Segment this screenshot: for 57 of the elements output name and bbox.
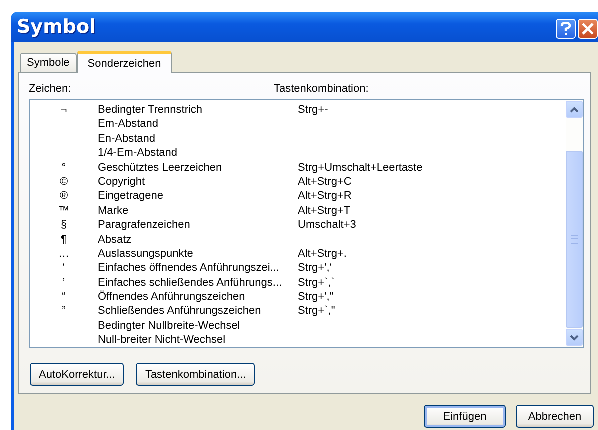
chevron-up-icon (570, 106, 579, 112)
dialog-button[interactable]: AutoKorrektur... (30, 363, 124, 386)
name-cell[interactable]: Paragrafenzeichen (98, 218, 298, 233)
symbol-cell[interactable]: ° (30, 160, 98, 175)
name-cell[interactable]: Absatz (98, 232, 298, 247)
name-cell[interactable]: Bedingter Trennstrich (98, 103, 298, 118)
window-title: Symbol (17, 16, 96, 38)
shortcut-cell[interactable]: Strg+'," (298, 290, 334, 304)
dialog-button[interactable]: Abbrechen (516, 405, 594, 428)
shortcut-cell[interactable]: Alt+Strg+T (298, 204, 351, 218)
name-cell[interactable]: Marke (98, 204, 298, 218)
name-cell[interactable]: Schließendes Anführungszeichen (98, 304, 298, 319)
name-cell[interactable]: Bedingter Nullbreite-Wechsel (98, 318, 298, 334)
symbol-cell[interactable]: ® (30, 189, 98, 204)
symbol-cell[interactable]: ¬ (30, 103, 98, 118)
name-cell[interactable]: Eingetragene (98, 189, 298, 204)
name-cell[interactable]: Einfaches öffnendes Anführungszei... (98, 261, 298, 276)
shortcut-cell[interactable]: Alt+Strg+R (298, 189, 352, 204)
scroll-down-button[interactable] (566, 329, 583, 346)
shortcut-cell[interactable]: Umschalt+3 (298, 218, 356, 233)
tab[interactable]: Symbole (20, 53, 77, 72)
chevron-down-icon (570, 334, 579, 340)
shortcut-cell[interactable]: Alt+Strg+. (298, 246, 347, 262)
symbol-cell[interactable]: § (30, 218, 98, 233)
name-cell[interactable]: Auslassungspunkte (98, 246, 298, 262)
symbol-cell[interactable]: “ (30, 290, 98, 304)
symbol-cell[interactable]: ¶ (30, 232, 98, 247)
name-cell[interactable]: Geschütztes Leerzeichen (98, 160, 298, 175)
shortcut-cell[interactable]: Strg+Umschalt+Leertaste (298, 160, 423, 175)
close-button[interactable] (578, 19, 598, 39)
shortcut-cell[interactable]: Strg+`," (298, 304, 336, 319)
name-cell[interactable]: 1/4-Em-Abstand (98, 146, 298, 161)
symbol-cell[interactable]: ” (30, 304, 98, 319)
symbol-cell[interactable]: ™ (30, 204, 98, 218)
scrollbar[interactable] (566, 100, 583, 347)
symbol-cell[interactable]: … (30, 246, 98, 262)
scroll-up-button[interactable] (566, 101, 583, 118)
column-header: Zeichen: (29, 83, 72, 96)
help-button[interactable] (556, 19, 576, 39)
scroll-thumb[interactable] (566, 151, 583, 328)
name-cell[interactable]: En-Abstand (98, 132, 298, 146)
shortcut-cell[interactable]: Alt+Strg+C (298, 174, 352, 190)
shortcut-cell[interactable]: Strg+',‘ (298, 261, 332, 276)
name-cell[interactable]: Copyright (98, 174, 298, 190)
symbol-cell[interactable]: ‘ (30, 261, 98, 276)
shortcut-cell[interactable]: Strg+`,` (298, 276, 335, 290)
tab[interactable]: Sonderzeichen (76, 51, 172, 73)
symbol-cell[interactable]: ’ (30, 276, 98, 290)
dialog-button[interactable]: Tastenkombination... (136, 363, 256, 386)
name-cell[interactable]: Einfaches schließendes Anführungs... (98, 276, 298, 290)
dialog-button[interactable]: Einfügen (424, 405, 506, 428)
shortcut-cell[interactable]: Strg+- (298, 103, 328, 118)
name-cell[interactable]: Em-Abstand (98, 117, 298, 132)
column-header: Tastenkombination: (274, 83, 369, 96)
name-cell[interactable]: Öffnendes Anführungszeichen (98, 290, 298, 304)
symbol-cell[interactable]: © (30, 174, 98, 190)
name-cell[interactable]: Null-breiter Nicht-Wechsel (98, 333, 298, 348)
